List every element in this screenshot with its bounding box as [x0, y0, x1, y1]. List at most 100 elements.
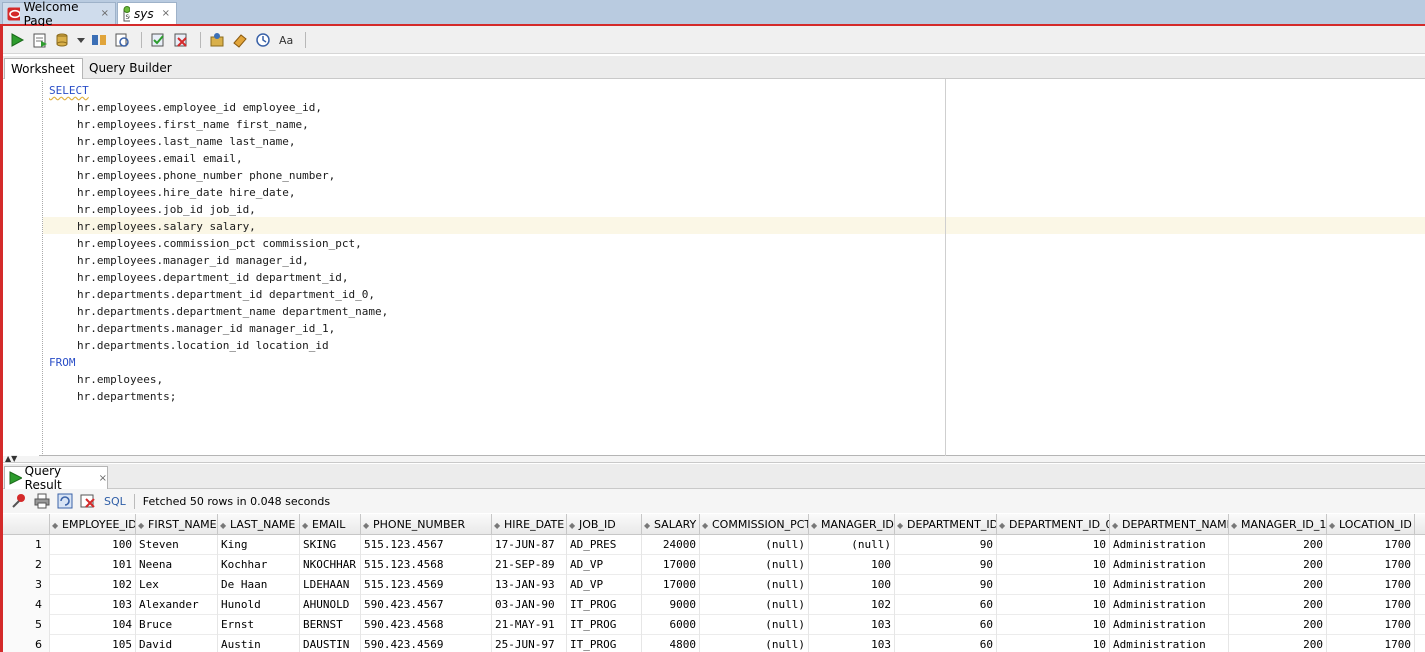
- column-header[interactable]: ◆ PHONE_NUMBER: [361, 514, 492, 535]
- sql-editor[interactable]: SELECT hr.employees.employee_id employee…: [3, 79, 1425, 456]
- table-cell[interactable]: 90: [895, 535, 997, 555]
- table-cell[interactable]: David: [136, 635, 218, 652]
- table-cell[interactable]: 17000: [642, 555, 700, 575]
- table-cell[interactable]: 24000: [642, 535, 700, 555]
- table-cell[interactable]: 102: [809, 595, 895, 615]
- table-cell[interactable]: (null): [700, 535, 809, 555]
- table-cell[interactable]: 10: [997, 555, 1110, 575]
- table-row[interactable]: 2 101 Neena Kochhar NKOCHHAR 515.123.4568 21-S…: [3, 555, 1425, 575]
- table-cell[interactable]: 103: [809, 615, 895, 635]
- table-cell[interactable]: 103: [50, 595, 136, 615]
- table-cell[interactable]: 10: [997, 575, 1110, 595]
- table-cell[interactable]: 200: [1229, 595, 1327, 615]
- table-cell[interactable]: 21-MAY-91: [492, 615, 567, 635]
- column-header[interactable]: ◆ SALARY: [642, 514, 700, 535]
- column-header[interactable]: ◆ HIRE_DATE: [492, 514, 567, 535]
- table-cell[interactable]: 590.423.4567: [361, 595, 492, 615]
- table-cell[interactable]: (null): [700, 555, 809, 575]
- table-cell[interactable]: Steven: [136, 535, 218, 555]
- clear-button[interactable]: [230, 30, 250, 50]
- tab-worksheet[interactable]: Worksheet: [4, 58, 83, 79]
- table-cell[interactable]: 17000: [642, 575, 700, 595]
- table-cell[interactable]: 200: [1229, 555, 1327, 575]
- table-cell[interactable]: 102: [50, 575, 136, 595]
- table-cell[interactable]: Austin: [218, 635, 300, 652]
- sql-history-button[interactable]: [253, 30, 273, 50]
- table-cell[interactable]: 6000: [642, 615, 700, 635]
- table-row[interactable]: 1 100 Steven King SKING 515.123.4567 17-JUN-87…: [3, 535, 1425, 555]
- column-header[interactable]: ◆ JOB_ID: [567, 514, 642, 535]
- table-cell[interactable]: 90: [895, 575, 997, 595]
- table-cell[interactable]: 1700: [1327, 635, 1415, 652]
- table-cell[interactable]: SKING: [300, 535, 361, 555]
- table-cell[interactable]: 03-JAN-90: [492, 595, 567, 615]
- pin-button[interactable]: [9, 491, 29, 511]
- collapse-arrows-icon[interactable]: ▲▼: [5, 454, 17, 463]
- refresh-button[interactable]: [55, 491, 75, 511]
- table-cell[interactable]: 1700: [1327, 575, 1415, 595]
- cancel-fetch-button[interactable]: [78, 491, 98, 511]
- table-row[interactable]: 6 105 David Austin DAUSTIN 590.423.4569 25-JUN…: [3, 635, 1425, 652]
- table-cell[interactable]: Kochhar: [218, 555, 300, 575]
- table-cell[interactable]: Ernst: [218, 615, 300, 635]
- table-row[interactable]: 4 103 Alexander Hunold AHUNOLD 590.423.4567 03…: [3, 595, 1425, 615]
- table-cell[interactable]: 60: [895, 635, 997, 652]
- table-cell[interactable]: (null): [809, 535, 895, 555]
- to-upper-lower-button[interactable]: Aa: [276, 30, 296, 50]
- rollback-button[interactable]: [171, 30, 191, 50]
- table-cell[interactable]: BERNST: [300, 615, 361, 635]
- table-cell[interactable]: 1700: [1327, 615, 1415, 635]
- table-cell[interactable]: IT_PROG: [567, 615, 642, 635]
- table-cell[interactable]: 1700: [1327, 555, 1415, 575]
- table-cell[interactable]: 515.123.4567: [361, 535, 492, 555]
- table-row[interactable]: 5 104 Bruce Ernst BERNST 590.423.4568 21-MAY-9…: [3, 615, 1425, 635]
- panel-splitter[interactable]: ▲▼: [3, 454, 1425, 463]
- table-cell[interactable]: AD_VP: [567, 575, 642, 595]
- table-cell[interactable]: Administration: [1110, 555, 1229, 575]
- table-cell[interactable]: 515.123.4569: [361, 575, 492, 595]
- table-cell[interactable]: (null): [700, 635, 809, 652]
- column-header[interactable]: ◆ LAST_NAME: [218, 514, 300, 535]
- table-cell[interactable]: 60: [895, 595, 997, 615]
- table-cell[interactable]: Lex: [136, 575, 218, 595]
- tab-query-builder[interactable]: Query Builder: [83, 58, 178, 79]
- table-cell[interactable]: 60: [895, 615, 997, 635]
- table-cell[interactable]: Alexander: [136, 595, 218, 615]
- table-cell[interactable]: 200: [1229, 635, 1327, 652]
- table-cell[interactable]: 105: [50, 635, 136, 652]
- table-cell[interactable]: 100: [809, 575, 895, 595]
- commit-transaction-button[interactable]: [148, 30, 168, 50]
- table-cell[interactable]: AD_PRES: [567, 535, 642, 555]
- column-header[interactable]: ◆ EMAIL: [300, 514, 361, 535]
- column-header[interactable]: ◆ LOCATION_ID: [1327, 514, 1415, 535]
- print-button[interactable]: [32, 491, 52, 511]
- table-cell[interactable]: NKOCHHAR: [300, 555, 361, 575]
- table-cell[interactable]: 100: [50, 535, 136, 555]
- close-icon[interactable]: ×: [162, 8, 170, 19]
- table-cell[interactable]: King: [218, 535, 300, 555]
- table-cell[interactable]: (null): [700, 575, 809, 595]
- sql-tuning-button[interactable]: [207, 30, 227, 50]
- table-cell[interactable]: AHUNOLD: [300, 595, 361, 615]
- column-header[interactable]: ◆ COMMISSION_PCT: [700, 514, 809, 535]
- table-cell[interactable]: Administration: [1110, 575, 1229, 595]
- table-cell[interactable]: 21-SEP-89: [492, 555, 567, 575]
- table-cell[interactable]: 200: [1229, 575, 1327, 595]
- table-cell[interactable]: IT_PROG: [567, 635, 642, 652]
- column-header[interactable]: ◆ DEPARTMENT_NAME: [1110, 514, 1229, 535]
- table-cell[interactable]: 590.423.4568: [361, 615, 492, 635]
- close-icon[interactable]: ×: [99, 473, 107, 484]
- column-header[interactable]: ◆ MANAGER_ID: [809, 514, 895, 535]
- table-cell[interactable]: 90: [895, 555, 997, 575]
- table-cell[interactable]: 101: [50, 555, 136, 575]
- table-cell[interactable]: 10: [997, 535, 1110, 555]
- results-grid[interactable]: ◆ EMPLOYEE_ID ◆ FIRST_NAME ◆ LAST_NAME ◆ EMAIL ◆…: [3, 514, 1425, 652]
- tab-sys[interactable]: SQL sys ×: [117, 2, 177, 24]
- table-cell[interactable]: Bruce: [136, 615, 218, 635]
- table-cell[interactable]: 10: [997, 635, 1110, 652]
- tab-query-result[interactable]: Query Result ×: [4, 464, 108, 492]
- tab-welcome-page[interactable]: Welcome Page ×: [2, 0, 116, 28]
- explain-plan-button[interactable]: [89, 30, 109, 50]
- close-icon[interactable]: ×: [101, 8, 109, 19]
- column-header[interactable]: ◆ FIRST_NAME: [136, 514, 218, 535]
